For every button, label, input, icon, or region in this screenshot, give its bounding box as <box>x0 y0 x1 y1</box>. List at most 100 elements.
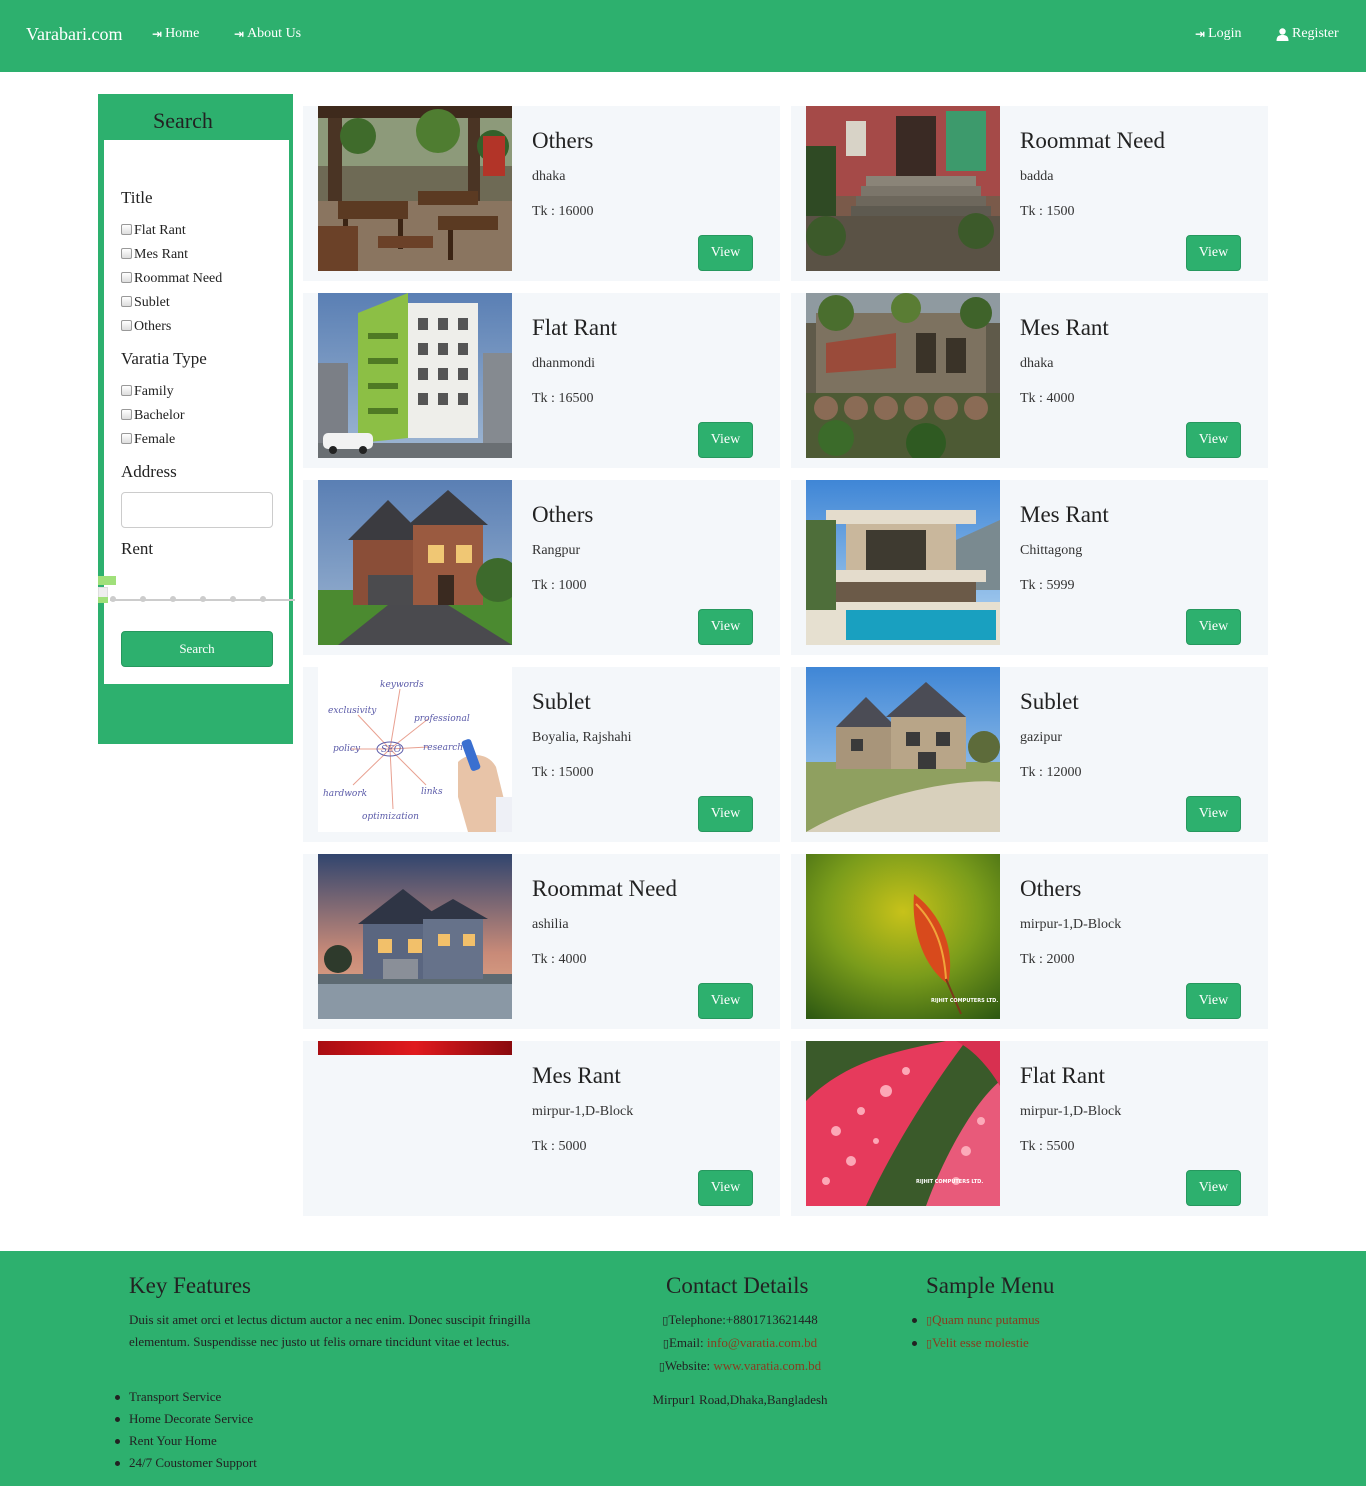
nav-about-label: About Us <box>247 26 302 41</box>
checkbox-bachelor[interactable]: Bachelor <box>121 408 185 424</box>
navbar: Varabari.com ⇥ Home ⇥ About Us ⇥ Login R… <box>0 0 1366 72</box>
checkbox-sublet[interactable]: Sublet <box>121 295 170 311</box>
listing-card: Others dhaka Tk : 16000 View <box>303 106 780 281</box>
view-button[interactable]: View <box>698 422 753 458</box>
checkbox-flat-rant[interactable]: Flat Rant <box>121 223 186 239</box>
checkbox-box[interactable] <box>121 384 132 396</box>
features-list: Transport Service Home Decorate Service … <box>115 1386 257 1474</box>
listing-card: Others Rangpur Tk : 1000 View <box>303 480 780 655</box>
view-button[interactable]: View <box>1186 235 1241 271</box>
sidebar-title: Search <box>153 108 213 133</box>
view-button[interactable]: View <box>1186 609 1241 645</box>
user-icon <box>1276 27 1289 41</box>
address-input[interactable] <box>121 492 273 528</box>
nav-home-link[interactable]: ⇥ Home <box>152 26 199 42</box>
listing-image <box>318 106 512 271</box>
menu-title: Sample Menu <box>926 1273 1055 1298</box>
listing-image <box>318 480 512 645</box>
menu-item[interactable]: ▯Velit esse molestie <box>912 1332 1040 1355</box>
checkbox-box[interactable] <box>121 432 132 444</box>
checkbox-box[interactable] <box>121 223 132 235</box>
listing-card: keywords exclusivity professional policy… <box>303 667 780 842</box>
list-item: Transport Service <box>115 1386 257 1408</box>
view-button[interactable]: View <box>698 796 753 832</box>
listing-image: keywords exclusivity professional policy… <box>318 667 512 832</box>
slider-tick <box>230 596 236 602</box>
email-link[interactable]: info@varatia.com.bd <box>707 1335 817 1350</box>
contact-website: ▯Website: www.varatia.com.bd <box>658 1358 822 1373</box>
view-button[interactable]: View <box>1186 983 1241 1019</box>
seo-word-hardwork: hardwork <box>323 789 367 799</box>
nav-login-link[interactable]: ⇥ Login <box>1195 26 1242 42</box>
image-watermark: RIJHIT COMPUTERS LTD. <box>931 998 998 1004</box>
view-button[interactable]: View <box>698 609 753 645</box>
listing-location: Chittagong <box>1020 543 1083 558</box>
listing-location: ashilia <box>532 917 569 932</box>
image-watermark: RIJHIT COMPUTERS LTD. <box>916 1179 983 1185</box>
listing-price: Tk : 4000 <box>532 952 587 967</box>
list-item: Home Decorate Service <box>115 1408 257 1430</box>
website-link[interactable]: www.varatia.com.bd <box>713 1358 821 1373</box>
listing-card: Mes Rant Chittagong Tk : 5999 View <box>791 480 1268 655</box>
listing-card: Flat Rant dhanmondi Tk : 16500 View <box>303 293 780 468</box>
nav-register-link[interactable]: Register <box>1276 26 1339 42</box>
checkbox-box[interactable] <box>121 295 132 307</box>
listing-location: mirpur-1,D-Block <box>1020 1104 1122 1119</box>
view-button[interactable]: View <box>1186 1170 1241 1206</box>
nav-about-link[interactable]: ⇥ About Us <box>234 26 301 42</box>
view-button[interactable]: View <box>698 235 753 271</box>
rent-label: Rent <box>121 539 154 558</box>
listing-image <box>806 667 1000 832</box>
slider-tick <box>260 596 266 602</box>
checkbox-label: Mes Rant <box>134 247 189 262</box>
checkbox-box[interactable] <box>121 247 132 259</box>
listing-title: Mes Rant <box>532 1063 621 1088</box>
type-group-label: Varatia Type <box>121 349 207 368</box>
checkbox-others[interactable]: Others <box>121 319 171 335</box>
listing-title: Others <box>532 128 594 153</box>
listing-image <box>318 293 512 458</box>
checkbox-label: Family <box>134 384 174 399</box>
listing-price: Tk : 2000 <box>1020 952 1075 967</box>
brand-logo[interactable]: Varabari.com <box>26 24 122 45</box>
menu-item[interactable]: ▯Quam nunc putamus <box>912 1309 1040 1332</box>
view-button[interactable]: View <box>698 1170 753 1206</box>
listing-location: gazipur <box>1020 730 1062 745</box>
view-button[interactable]: View <box>698 983 753 1019</box>
listing-image: RIJHIT COMPUTERS LTD. <box>806 1041 1000 1206</box>
seo-word-professional: professional <box>414 714 470 724</box>
listing-title: Roommat Need <box>532 876 677 901</box>
seo-word-seo: SEO <box>381 745 402 755</box>
listing-location: dhanmondi <box>532 356 595 371</box>
listing-location: Boyalia, Rajshahi <box>532 730 632 745</box>
listing-price: Tk : 1500 <box>1020 204 1075 219</box>
listing-title: Roommat Need <box>1020 128 1165 153</box>
checkbox-mes-rant[interactable]: Mes Rant <box>121 247 188 263</box>
listing-image <box>318 854 512 1019</box>
checkbox-roommat-need[interactable]: Roommat Need <box>121 271 222 287</box>
slider-tick <box>200 596 206 602</box>
listing-title: Sublet <box>1020 689 1079 714</box>
listing-location: mirpur-1,D-Block <box>532 1104 634 1119</box>
seo-word-keywords: keywords <box>380 680 424 690</box>
rent-slider-handle[interactable] <box>98 576 116 606</box>
checkbox-female[interactable]: Female <box>121 432 175 448</box>
view-button[interactable]: View <box>1186 422 1241 458</box>
checkbox-box[interactable] <box>121 319 132 331</box>
checkbox-box[interactable] <box>121 408 132 420</box>
login-arrow-icon: ⇥ <box>234 27 245 41</box>
checkbox-box[interactable] <box>121 271 132 283</box>
checkbox-label: Bachelor <box>134 408 185 423</box>
view-button[interactable]: View <box>1186 796 1241 832</box>
listing-card: RIJHIT COMPUTERS LTD. Flat Rant mirpur-1… <box>791 1041 1268 1216</box>
seo-word-optimization: optimization <box>362 812 419 822</box>
listing-price: Tk : 12000 <box>1020 765 1082 780</box>
listing-price: Tk : 1000 <box>532 578 587 593</box>
listing-location: dhaka <box>1020 356 1054 371</box>
seo-word-links: links <box>421 787 443 797</box>
checkbox-label: Sublet <box>134 295 170 310</box>
nav-register-label: Register <box>1292 26 1339 41</box>
search-button[interactable]: Search <box>121 631 273 667</box>
checkbox-family[interactable]: Family <box>121 384 174 400</box>
listing-title: Mes Rant <box>1020 502 1109 527</box>
